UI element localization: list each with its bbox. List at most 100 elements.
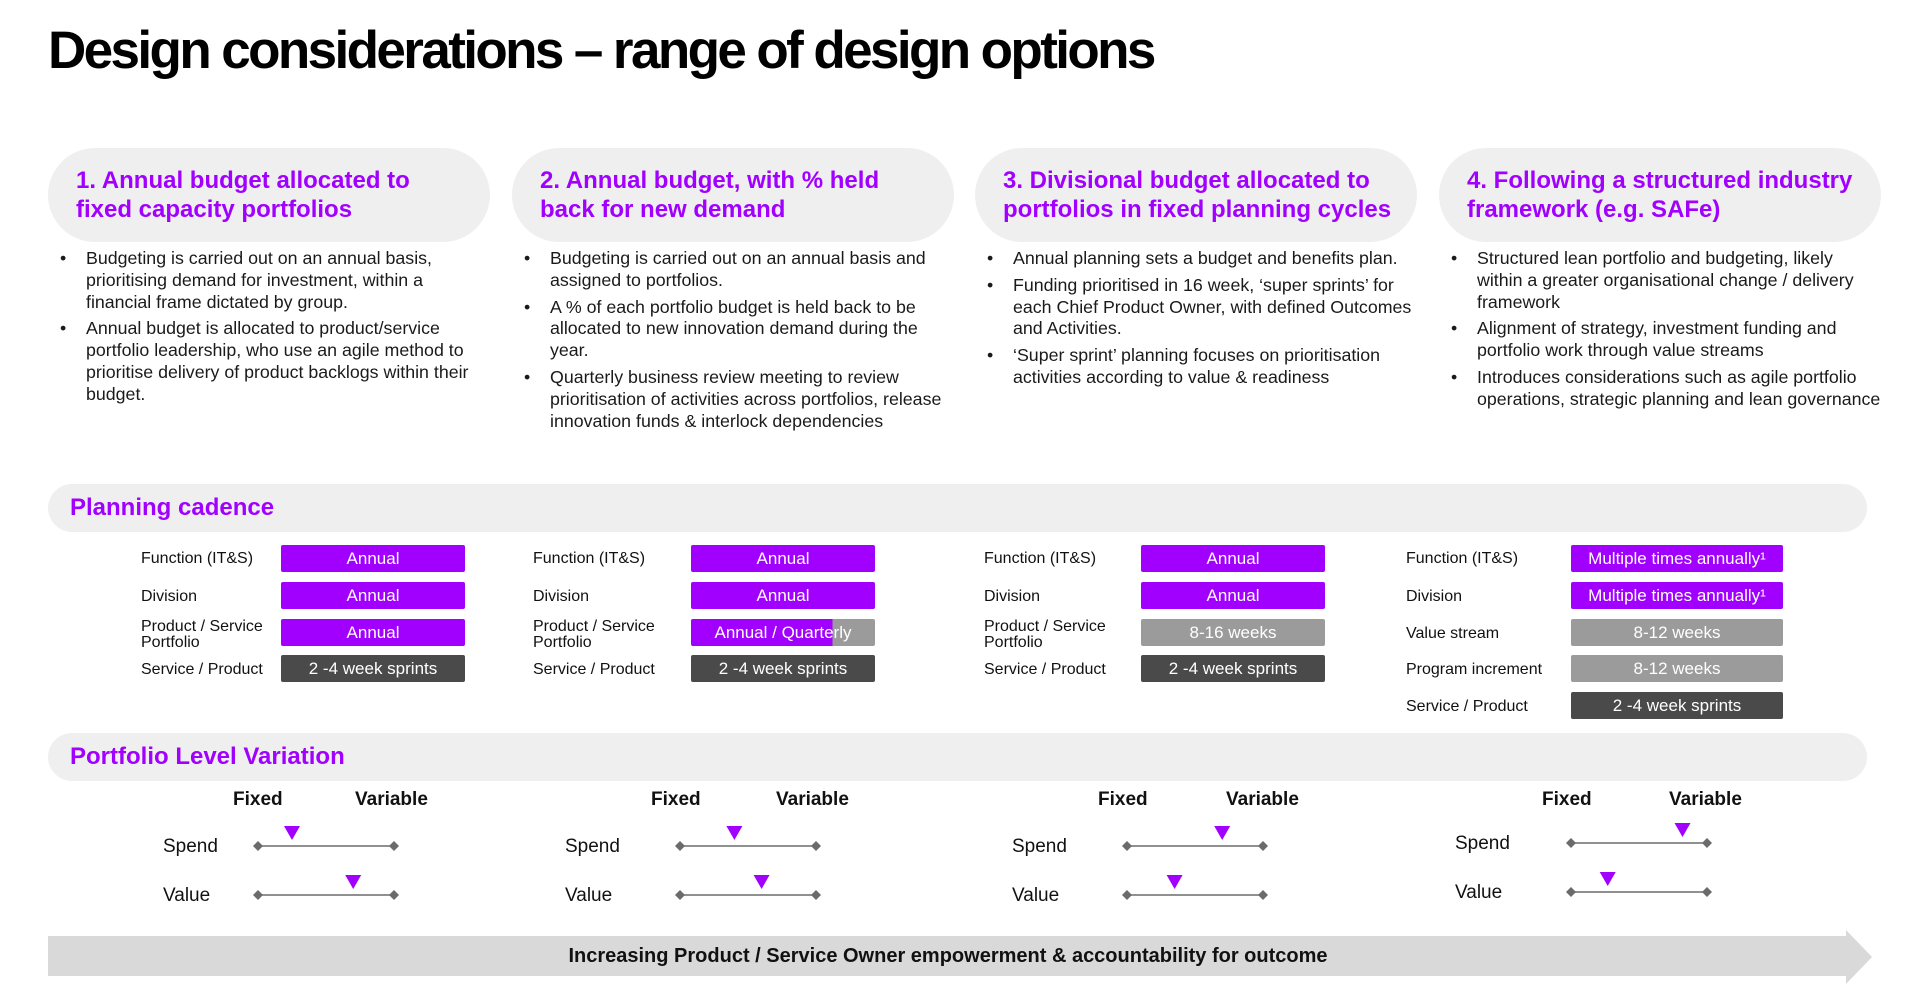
- scale-variable-end-icon: [1258, 890, 1268, 900]
- option-3-bullets: Annual planning sets a budget and benefi…: [975, 248, 1418, 394]
- value-scale: [675, 875, 821, 900]
- scale-fixed-end-icon: [1122, 841, 1132, 851]
- bullet-item: A % of each portfolio budget is held bac…: [524, 297, 955, 362]
- cadence-pill: Annual: [281, 545, 465, 572]
- bullet-item: Structured lean portfolio and budgeting,…: [1451, 248, 1882, 313]
- planning-cadence-label: Planning cadence: [70, 494, 275, 521]
- cadence-row-label: Service / Product: [141, 661, 263, 678]
- scale-fixed-end-icon: [1566, 887, 1576, 897]
- scale-marker-icon: [345, 875, 362, 889]
- cadence-pill: Annual: [281, 619, 465, 646]
- scale-variable-end-icon: [389, 841, 399, 851]
- cadence-row-label: Value stream: [1406, 625, 1500, 642]
- planning-cadence-band: Planning cadence: [48, 484, 1867, 532]
- scale-marker-icon: [284, 826, 300, 840]
- scale-variable-end-icon: [389, 890, 399, 900]
- option-2-bullets: Budgeting is carried out on an annual ba…: [512, 248, 955, 437]
- value-label: Value: [1012, 885, 1060, 906]
- cadence-pill: Annual: [1141, 582, 1325, 609]
- bullet-item: Budgeting is carried out on an annual ba…: [60, 248, 491, 313]
- cadence-row-label: Division: [533, 588, 590, 605]
- cadence-row-label: Division: [1406, 588, 1463, 605]
- value-label: Value: [1455, 882, 1503, 903]
- option-3-header: 3. Divisional budget allocated to portfo…: [975, 148, 1417, 242]
- scale-variable-end-icon: [811, 890, 821, 900]
- option-4-header: 4. Following a structured industry frame…: [1439, 148, 1881, 242]
- cadence-pill: 2 -4 week sprints: [1141, 655, 1325, 682]
- bullet-item: Budgeting is carried out on an annual ba…: [524, 248, 955, 292]
- scale-marker-icon: [1166, 875, 1183, 889]
- fixed-header: Fixed: [651, 789, 701, 810]
- spend-label: Spend: [1012, 836, 1067, 857]
- bullet-item: Quarterly business review meeting to rev…: [524, 367, 955, 432]
- option-4-bullets: Structured lean portfolio and budgeting,…: [1439, 248, 1882, 416]
- value-scale: [1566, 872, 1712, 897]
- cadence-row-label: Function (IT&S): [533, 550, 646, 567]
- cadence-row-label: Function (IT&S): [141, 550, 254, 567]
- cadence-pill: Annual: [281, 582, 465, 609]
- cadence-row-label: Program increment: [1406, 661, 1543, 678]
- option-1-title: 1. Annual budget allocated to fixed capa…: [76, 167, 410, 223]
- scale-marker-icon: [1674, 823, 1691, 837]
- variable-header: Variable: [1669, 789, 1742, 810]
- scale-fixed-end-icon: [253, 841, 263, 851]
- value-scale: [253, 875, 399, 900]
- bullet-item: Annual budget is allocated to product/se…: [60, 318, 491, 405]
- cadence-pill: 8-12 weeks: [1571, 655, 1783, 682]
- cadence-pill: Annual: [691, 545, 875, 572]
- spend-label: Spend: [565, 836, 620, 857]
- cadence-pill: 2 -4 week sprints: [1571, 692, 1783, 719]
- spend-scale: [1566, 823, 1712, 848]
- scale-variable-end-icon: [1258, 841, 1268, 851]
- cadence-pill: Multiple times annually¹: [1571, 582, 1783, 609]
- option-3-title: 3. Divisional budget allocated to portfo…: [1003, 167, 1392, 223]
- value-label: Value: [163, 885, 211, 906]
- variable-header: Variable: [776, 789, 849, 810]
- option-2-title: 2. Annual budget, with % held back for n…: [540, 167, 880, 223]
- cadence-pill: 8-12 weeks: [1571, 619, 1783, 646]
- value-label: Value: [565, 885, 613, 906]
- variable-header: Variable: [1226, 789, 1299, 810]
- scale-fixed-end-icon: [253, 890, 263, 900]
- spend-scale: [253, 826, 399, 851]
- scale-fixed-end-icon: [675, 841, 685, 851]
- option-4-title: 4. Following a structured industry frame…: [1467, 167, 1853, 223]
- scale-variable-end-icon: [811, 841, 821, 851]
- scale-fixed-end-icon: [1566, 838, 1576, 848]
- bullet-item: Funding prioritised in 16 week, ‘super s…: [987, 275, 1418, 340]
- spend-label: Spend: [163, 836, 218, 857]
- cadence-row-label: Division: [984, 588, 1041, 605]
- cadence-row-label: Division: [141, 588, 198, 605]
- cadence-pill: Annual: [691, 582, 875, 609]
- spend-label: Spend: [1455, 833, 1510, 854]
- cadence-pill: Multiple times annually¹: [1571, 545, 1783, 572]
- bullet-item: Introduces considerations such as agile …: [1451, 367, 1882, 411]
- bullet-item: Annual planning sets a budget and benefi…: [987, 248, 1418, 270]
- cadence-row-label: Service / Product: [533, 661, 655, 678]
- portfolio-variation-band: Portfolio Level Variation: [48, 733, 1867, 781]
- scale-variable-end-icon: [1702, 838, 1712, 848]
- scale-variable-end-icon: [1702, 887, 1712, 897]
- cadence-pill: 8-16 weeks: [1141, 619, 1325, 646]
- scale-fixed-end-icon: [1122, 890, 1132, 900]
- cadence-pill: 2 -4 week sprints: [691, 655, 875, 682]
- scale-marker-icon: [753, 875, 770, 889]
- portfolio-variation-label: Portfolio Level Variation: [70, 743, 345, 770]
- fixed-header: Fixed: [1098, 789, 1148, 810]
- cadence-row-label: Product / Service Portfolio: [141, 618, 263, 651]
- cadence-row-label: Service / Product: [1406, 698, 1528, 715]
- cadence-row-label: Product / Service Portfolio: [984, 618, 1106, 651]
- fixed-header: Fixed: [1542, 789, 1592, 810]
- arrow-head-icon: [1846, 930, 1872, 984]
- value-scale: [1122, 875, 1268, 900]
- scale-marker-icon: [1599, 872, 1616, 886]
- cadence-row-label: Function (IT&S): [984, 550, 1097, 567]
- cadence-row-label: Service / Product: [984, 661, 1106, 678]
- fixed-header: Fixed: [233, 789, 283, 810]
- bullet-item: Alignment of strategy, investment fundin…: [1451, 318, 1882, 362]
- scale-marker-icon: [1214, 826, 1231, 840]
- variable-header: Variable: [355, 789, 428, 810]
- cadence-row-label: Function (IT&S): [1406, 550, 1519, 567]
- spend-scale: [675, 826, 821, 851]
- page-title: Design considerations – range of design …: [48, 21, 1156, 80]
